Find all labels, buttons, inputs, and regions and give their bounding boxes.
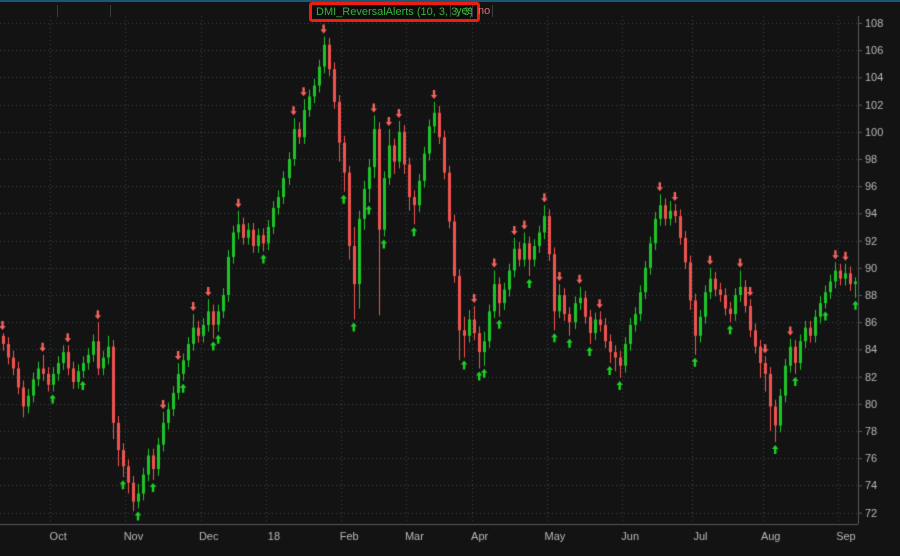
header-cell-divider (492, 5, 493, 17)
header-cell-divider (110, 5, 111, 17)
chart-header-band: DMI_ReversalAlerts (10, 3, 3, 3) yes no (0, 0, 900, 17)
time-axis[interactable] (0, 524, 858, 556)
trading-chart-window: DMI_ReversalAlerts (10, 3, 3, 3) yes no (0, 0, 900, 556)
price-axis[interactable] (858, 17, 900, 524)
chart-plot-area[interactable] (0, 17, 858, 524)
header-cell-divider (57, 5, 58, 17)
header-cell-divider (472, 5, 473, 17)
header-cell-divider (450, 5, 451, 17)
study-option-no[interactable]: no (475, 4, 493, 18)
